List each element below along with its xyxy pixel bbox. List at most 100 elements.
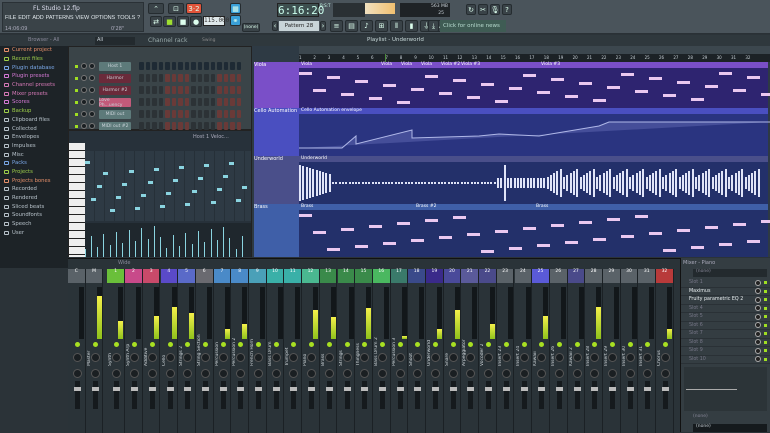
step-button[interactable]: [139, 62, 144, 70]
note[interactable]: [242, 186, 247, 189]
pan-knob[interactable]: [431, 369, 440, 378]
mixer-track[interactable]: 29 Insert 29: [603, 269, 621, 433]
step-button[interactable]: [152, 110, 157, 118]
mix-knob[interactable]: [755, 296, 761, 303]
volume-fader[interactable]: [325, 381, 333, 409]
mixer-track[interactable]: 1 Synth: [107, 269, 126, 433]
pan-knob[interactable]: [147, 353, 157, 362]
mute-led[interactable]: [273, 342, 279, 347]
pan-knob[interactable]: [448, 369, 458, 378]
menu-help[interactable]: ?: [137, 15, 140, 21]
step-button[interactable]: [223, 122, 228, 130]
volume-fader[interactable]: [538, 381, 546, 409]
step-button[interactable]: [223, 98, 228, 106]
slot-enable-led[interactable]: [764, 340, 767, 344]
mute-led[interactable]: [521, 342, 527, 347]
pan-knob[interactable]: [643, 353, 653, 362]
pan-knob[interactable]: [413, 353, 423, 362]
typing-keyboard-button[interactable]: ▦: [230, 3, 241, 14]
volume-fader[interactable]: [449, 381, 457, 409]
note[interactable]: [236, 199, 241, 202]
pan-knob[interactable]: [608, 353, 617, 362]
step-button[interactable]: [158, 98, 163, 106]
pattern-selector[interactable]: Pattern 28: [279, 21, 319, 31]
velocity-bar[interactable]: [179, 246, 180, 257]
mixer-icon[interactable]: ⫴: [390, 20, 403, 32]
effect-slot[interactable]: Slot 9: [681, 347, 770, 356]
velocity-bar[interactable]: [148, 239, 149, 257]
velocity-bar[interactable]: [236, 249, 237, 257]
note[interactable]: [192, 190, 197, 193]
mute-led[interactable]: [645, 342, 651, 347]
mute-led[interactable]: [220, 342, 226, 347]
channel-filter[interactable]: All: [95, 37, 135, 45]
step-button[interactable]: [191, 110, 196, 118]
mix-knob[interactable]: [755, 322, 761, 329]
refresh-icon[interactable]: ↻: [466, 4, 476, 15]
step-button[interactable]: [171, 62, 176, 70]
mixer-track-header[interactable]: 7: [213, 269, 231, 283]
step-button[interactable]: [217, 110, 222, 118]
channel-led[interactable]: [75, 101, 78, 104]
track-header[interactable]: Brass: [254, 204, 299, 257]
step-button[interactable]: [223, 74, 228, 82]
volume-fader[interactable]: [396, 381, 404, 409]
mixer-track[interactable]: 26 Insert 26: [549, 269, 568, 433]
mixer-track-header[interactable]: 20: [443, 269, 461, 283]
channel-name-button[interactable]: Host 1: [99, 62, 131, 71]
mute-led[interactable]: [379, 342, 385, 347]
step-button[interactable]: [171, 98, 176, 106]
browser-item[interactable]: Packs: [0, 159, 68, 168]
clip[interactable]: Viola Viola Viola Viola Viola #2 Viola #3 Viol…: [299, 62, 770, 108]
mixer-track[interactable]: 6 String Section: [195, 269, 214, 433]
pan-knob[interactable]: [130, 369, 140, 378]
pan-knob[interactable]: [484, 369, 494, 378]
mixer-track-header[interactable]: 26: [549, 269, 567, 283]
mixer-track-header[interactable]: 27: [567, 269, 585, 283]
mute-led[interactable]: [185, 342, 191, 347]
pan-knob[interactable]: [289, 353, 299, 362]
volume-fader[interactable]: [290, 381, 298, 409]
step-button[interactable]: [152, 98, 157, 106]
volume-fader[interactable]: [255, 381, 262, 409]
note[interactable]: [122, 183, 127, 186]
volume-fader[interactable]: [378, 381, 386, 409]
menu-edit[interactable]: EDIT: [18, 15, 30, 21]
mute-led[interactable]: [326, 342, 332, 347]
step-button[interactable]: [191, 86, 196, 94]
velocity-bar[interactable]: [217, 240, 218, 257]
effect-slot[interactable]: Maximus: [681, 288, 770, 296]
note[interactable]: [91, 198, 96, 201]
velocity-bar[interactable]: [198, 231, 199, 257]
step-button[interactable]: [204, 62, 209, 70]
mute-led[interactable]: [486, 342, 492, 347]
pan-knob[interactable]: [90, 369, 100, 378]
note[interactable]: [135, 207, 140, 210]
note[interactable]: [141, 194, 146, 197]
pan-knob[interactable]: [81, 99, 87, 105]
step-button[interactable]: [236, 110, 241, 118]
pan-knob[interactable]: [81, 63, 87, 69]
volume-fader[interactable]: [219, 381, 227, 409]
velocity-bar[interactable]: [173, 235, 174, 257]
channel-row[interactable]: Love Ph...uency: [75, 97, 245, 108]
step-button[interactable]: [158, 122, 163, 130]
slot-enable-led[interactable]: [764, 357, 767, 361]
browser-item[interactable]: Soundfonts: [0, 211, 68, 220]
pan-knob[interactable]: [307, 353, 317, 362]
channel-row[interactable]: Host 1: [75, 61, 245, 72]
channel-name-button[interactable]: Harmor #2: [99, 86, 131, 95]
slot-enable-led[interactable]: [764, 332, 767, 336]
mixer-track[interactable]: 22 Vocoder 2: [479, 269, 497, 433]
browser-item[interactable]: Backup: [0, 107, 68, 116]
volume-fader[interactable]: [644, 381, 652, 409]
step-button[interactable]: [236, 74, 241, 82]
effect-slot[interactable]: Slot 6: [681, 322, 770, 330]
step-button[interactable]: [210, 86, 215, 94]
mixer-track[interactable]: 21 Arpeggiator: [461, 269, 480, 433]
mix-knob[interactable]: [755, 330, 761, 337]
step-button[interactable]: [178, 74, 183, 82]
mixer-track-header[interactable]: 24: [514, 269, 532, 283]
step-button[interactable]: [178, 122, 183, 130]
step-button[interactable]: [165, 74, 170, 82]
